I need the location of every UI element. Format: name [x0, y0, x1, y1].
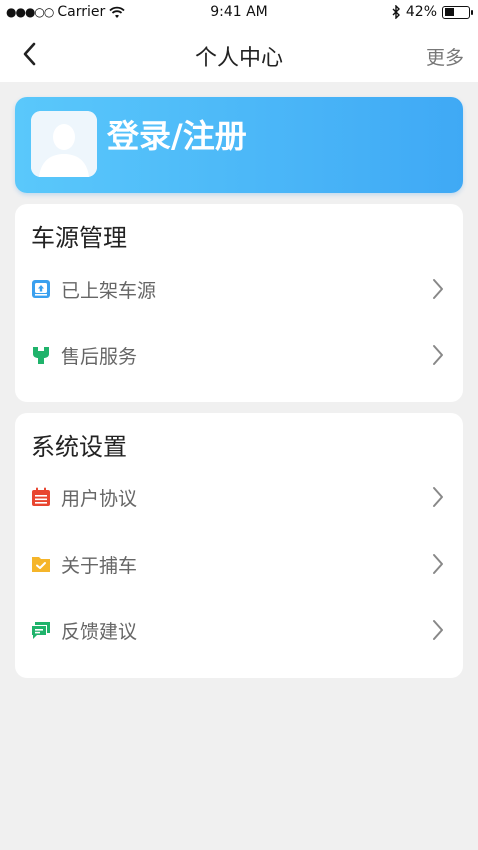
chevron-right-icon	[433, 487, 443, 507]
status-bar: ●●●○○ Carrier 9:41 AM 42%	[0, 0, 478, 26]
menu-item-listed-vehicles[interactable]: 已上架车源	[15, 266, 463, 312]
bluetooth-icon	[392, 5, 400, 19]
menu-item-label: 已上架车源	[61, 279, 157, 302]
chevron-right-icon	[433, 345, 443, 365]
section-title: 车源管理	[31, 224, 127, 252]
status-right: 42%	[392, 4, 473, 20]
section-title: 系统设置	[31, 433, 127, 461]
login-register-label: 登录/注册	[107, 117, 247, 155]
menu-item-after-sales[interactable]: 售后服务	[15, 332, 463, 378]
chevron-right-icon	[433, 620, 443, 640]
battery-percent: 42%	[405, 4, 437, 20]
page-title: 个人中心	[194, 46, 283, 71]
menu-item-about[interactable]: 关于捕车	[15, 541, 463, 587]
default-avatar-icon	[31, 111, 97, 177]
battery-level	[444, 8, 455, 16]
menu-item-label: 售后服务	[61, 345, 138, 368]
menu-item-label: 关于捕车	[61, 554, 138, 577]
menu-item-label: 用户协议	[61, 487, 138, 510]
chevron-right-icon	[433, 554, 443, 574]
battery-icon	[442, 5, 473, 19]
login-register-card[interactable]: 登录/注册	[15, 97, 463, 193]
menu-item-user-agreement[interactable]: 用户协议	[15, 474, 463, 520]
system-settings-card: 系统设置 用户协议 关于捕车 反馈建议	[15, 413, 463, 678]
calendar-icon	[32, 487, 50, 506]
listed-vehicles-icon	[32, 280, 50, 298]
wrench-icon	[33, 347, 49, 364]
chevron-right-icon	[433, 279, 443, 299]
nav-bar: 个人中心 更多	[0, 26, 478, 82]
folder-check-icon	[32, 557, 50, 572]
chat-icon	[32, 622, 50, 639]
more-button[interactable]: 更多	[426, 43, 464, 70]
vehicle-management-card: 车源管理 已上架车源 售后服务	[15, 204, 463, 402]
avatar	[31, 111, 97, 177]
menu-item-feedback[interactable]: 反馈建议	[15, 607, 463, 653]
menu-item-label: 反馈建议	[61, 620, 138, 643]
